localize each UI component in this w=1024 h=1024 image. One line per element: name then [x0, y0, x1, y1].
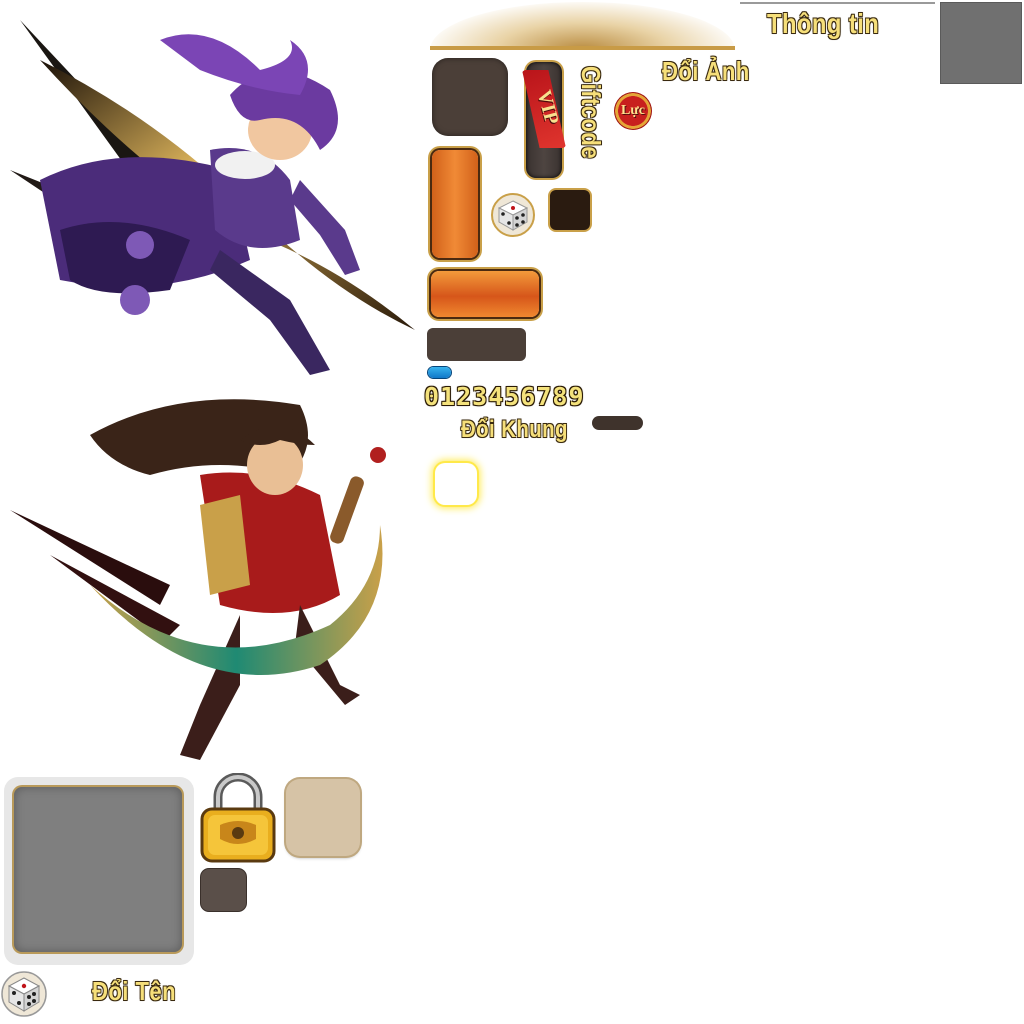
- character-art-red-swordsman: [10, 399, 386, 760]
- vip-button[interactable]: VIP: [522, 62, 566, 178]
- dark-input-bar: [427, 328, 526, 361]
- change-frame-label[interactable]: Đổi Khung: [461, 416, 568, 444]
- blue-pill-indicator: [428, 367, 451, 378]
- change-avatar-label[interactable]: Đổi Ảnh: [662, 56, 750, 87]
- lock-icon: [200, 773, 276, 863]
- info-title: Thông tin: [767, 8, 880, 39]
- power-label: Lực: [621, 103, 645, 118]
- header-line: [740, 2, 935, 4]
- header-banner-glow: [430, 2, 735, 50]
- character-art-purple-warrior: [10, 20, 415, 375]
- avatar-slot[interactable]: [432, 58, 508, 136]
- avatar-placeholder-grey: [940, 2, 1022, 84]
- large-avatar-frame: [4, 777, 194, 965]
- giftcode-label[interactable]: Giftcode: [575, 66, 606, 159]
- dark-small-pill: [592, 416, 643, 430]
- digits-strip: 0123456789: [424, 382, 585, 411]
- orange-vertical-bar: [432, 150, 478, 258]
- orange-horizontal-button[interactable]: [431, 271, 539, 317]
- dice-icon[interactable]: [490, 193, 536, 237]
- dark-square-slot: [550, 190, 590, 230]
- dice-icon[interactable]: [0, 970, 48, 1018]
- large-avatar-inner: [14, 787, 182, 952]
- beige-panel: [286, 779, 360, 856]
- change-name-label[interactable]: Đổi Tên: [92, 976, 176, 1007]
- power-badge: Lực: [614, 92, 652, 130]
- small-dark-slot: [201, 869, 246, 911]
- glow-highlight-frame: [435, 463, 477, 505]
